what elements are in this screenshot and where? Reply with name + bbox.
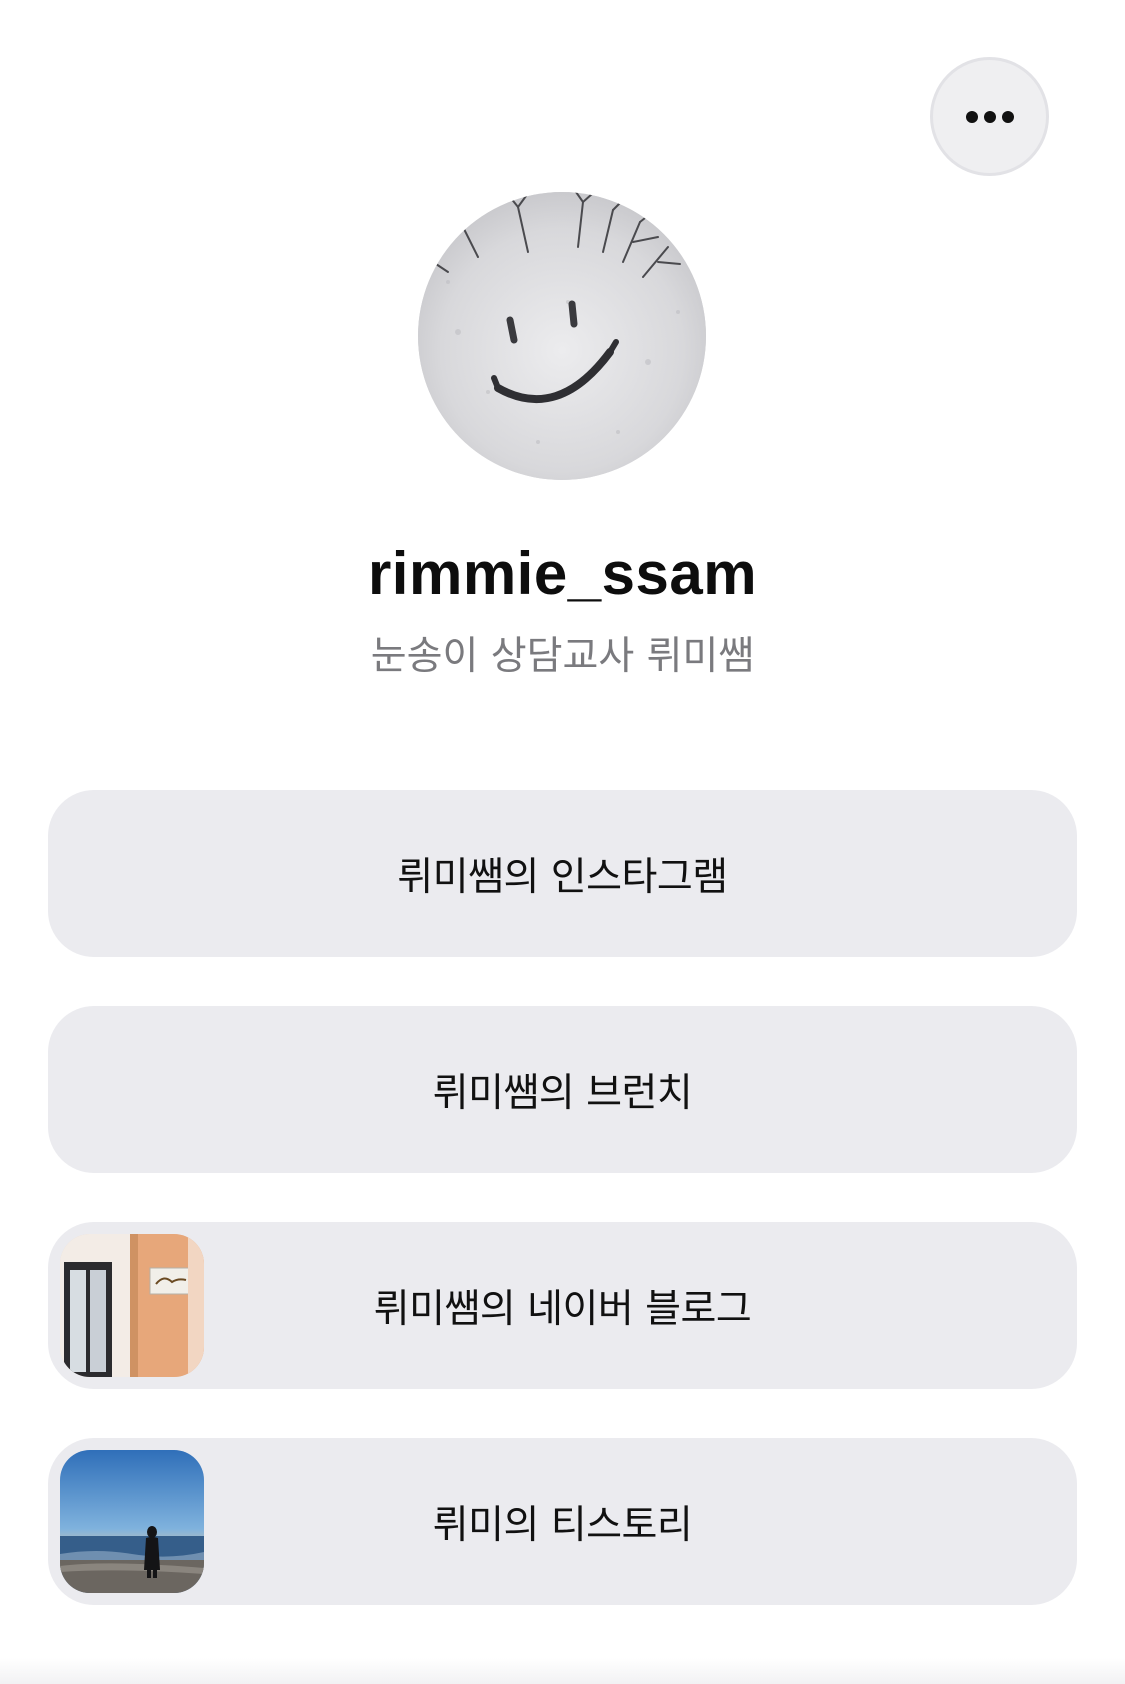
bottom-edge bbox=[0, 1658, 1125, 1684]
link-brunch[interactable]: 뤼미쌤의 브런치 bbox=[48, 1006, 1077, 1173]
cafe-storefront-photo bbox=[60, 1234, 204, 1377]
link-label: 뤼미쌤의 네이버 블로그 bbox=[373, 1286, 752, 1332]
link-label: 뤼미의 티스토리 bbox=[432, 1502, 693, 1548]
link-thumbnail bbox=[60, 1234, 204, 1377]
beach-sunset-photo bbox=[60, 1450, 204, 1593]
link-instagram[interactable]: 뤼미쌤의 인스타그램 bbox=[48, 790, 1077, 957]
avatar[interactable] bbox=[418, 192, 706, 480]
more-horizontal-icon bbox=[965, 110, 1014, 123]
more-options-button[interactable] bbox=[930, 57, 1049, 176]
link-label: 뤼미쌤의 인스타그램 bbox=[397, 854, 728, 900]
profile-page: rimmie_ssam 눈송이 상담교사 뤼미쌤 뤼미쌤의 인스타그램 뤼미쌤의… bbox=[0, 0, 1125, 1684]
link-thumbnail bbox=[60, 1450, 204, 1593]
link-tistory[interactable]: 뤼미의 티스토리 bbox=[48, 1438, 1077, 1605]
link-naver-blog[interactable]: 뤼미쌤의 네이버 블로그 bbox=[48, 1222, 1077, 1389]
profile-bio: 눈송이 상담교사 뤼미쌤 bbox=[370, 634, 755, 679]
profile-username: rimmie_ssam bbox=[367, 540, 758, 607]
link-label: 뤼미쌤의 브런치 bbox=[432, 1070, 693, 1116]
snow-smiley-photo bbox=[418, 192, 706, 480]
link-list: 뤼미쌤의 인스타그램 뤼미쌤의 브런치 뤼미쌤의 네이버 블로그 뤼미의 티스토… bbox=[48, 790, 1077, 1654]
